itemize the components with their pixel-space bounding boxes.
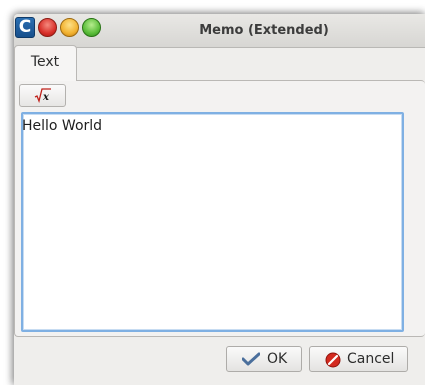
memo-textarea[interactable] xyxy=(21,112,404,332)
svg-text:x: x xyxy=(42,92,50,103)
cancel-button[interactable]: Cancel xyxy=(309,346,408,372)
tab-text[interactable]: Text xyxy=(14,45,77,81)
maximize-window-button[interactable] xyxy=(82,18,101,37)
cancel-icon xyxy=(325,352,341,368)
insert-formula-button[interactable]: x xyxy=(19,84,66,107)
minimize-window-button[interactable] xyxy=(60,18,79,37)
app-icon[interactable]: C xyxy=(15,17,35,38)
memo-content[interactable]: Hello World xyxy=(22,118,102,134)
title-bar[interactable]: C Memo (Extended) xyxy=(14,14,425,48)
close-window-button[interactable] xyxy=(38,18,57,37)
ok-button[interactable]: OK xyxy=(226,346,302,372)
tab-text-label: Text xyxy=(30,54,60,70)
sqrt-x-icon: x xyxy=(34,88,51,103)
window-title: Memo (Extended) xyxy=(199,23,329,38)
app-icon-letter: C xyxy=(18,17,32,37)
cancel-button-label: Cancel xyxy=(347,351,395,367)
checkmark-icon xyxy=(242,352,260,366)
ok-button-label: OK xyxy=(267,351,288,367)
